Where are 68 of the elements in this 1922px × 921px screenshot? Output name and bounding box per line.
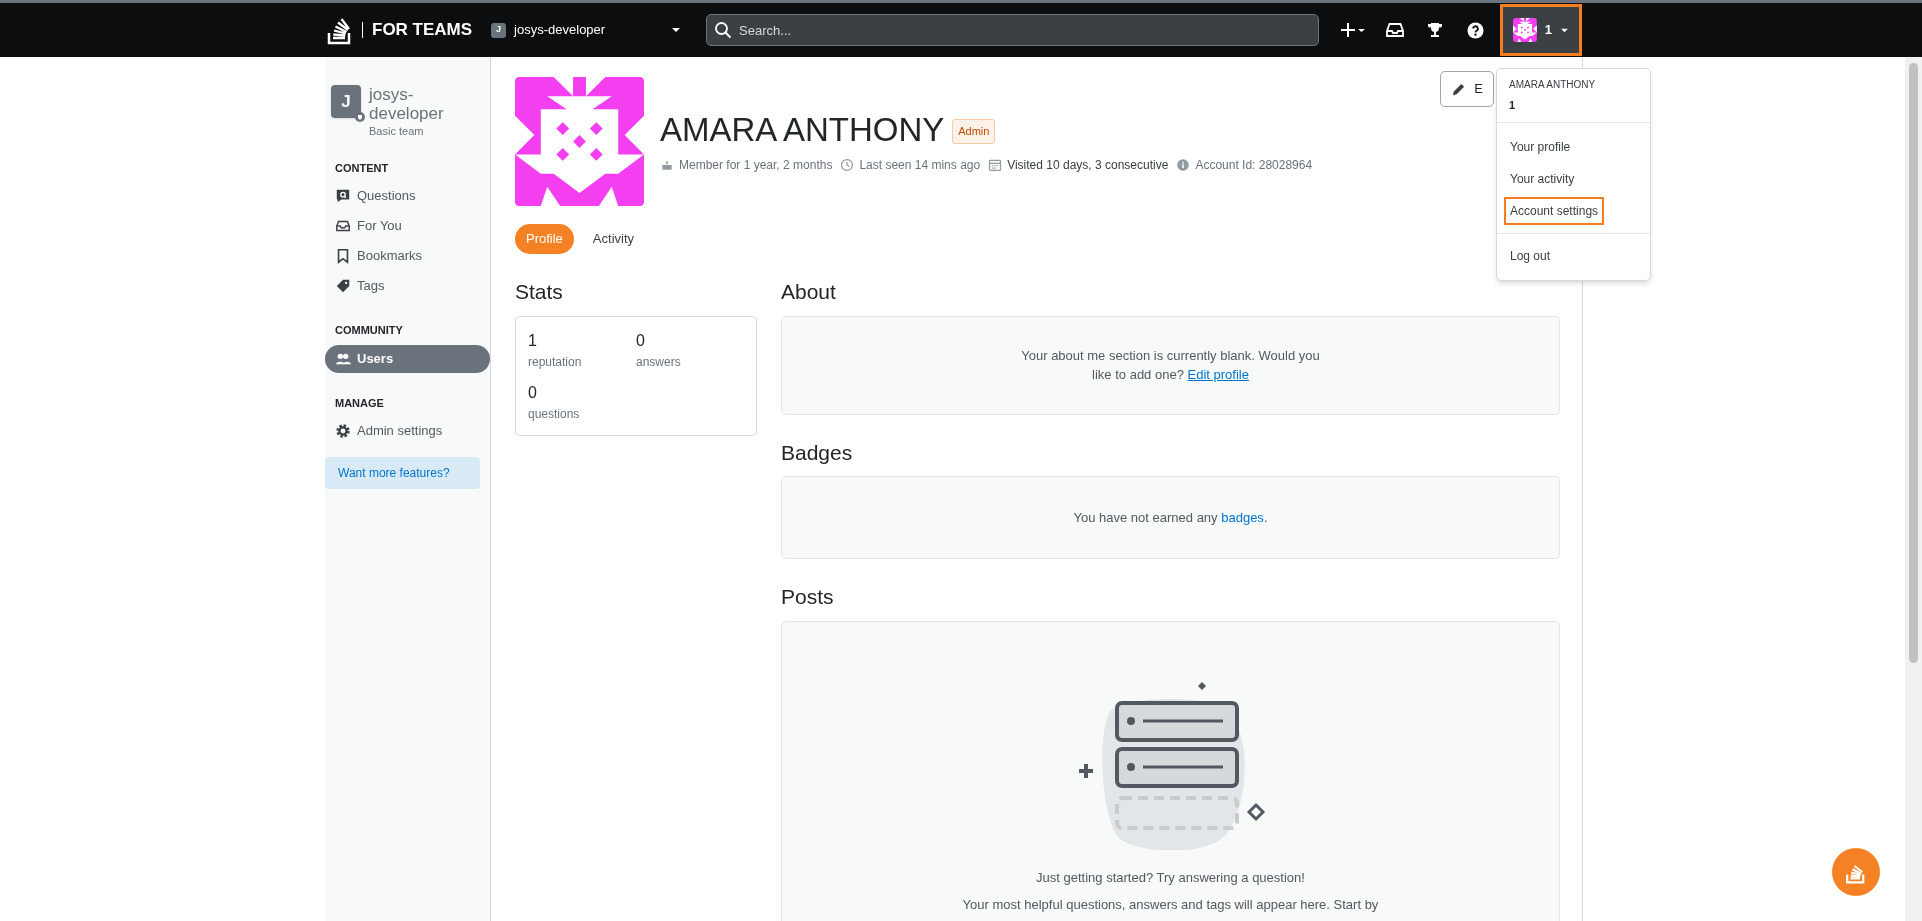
profile-meta: Last seen 14 mins ago [859, 156, 981, 174]
stat-label: questions [528, 405, 581, 423]
menu-item[interactable]: Your activity [1504, 164, 1643, 193]
stat-label: answers [636, 353, 682, 371]
badges-text: You have not earned any badges. [1073, 508, 1268, 527]
profile-tab[interactable]: Activity [581, 224, 646, 254]
menu-reputation: 1 [1508, 98, 1517, 113]
bookmark-icon [335, 248, 351, 264]
user-menu-button[interactable]: 1 [1500, 4, 1582, 56]
promo-banner[interactable]: Want more features? [325, 457, 480, 489]
menu-item[interactable]: Log out [1504, 241, 1643, 270]
section-heading: CONTENT [334, 160, 390, 176]
role-badge: Admin [952, 119, 996, 144]
caret-icon [1560, 27, 1569, 33]
team-switcher[interactable]: J josys-developer [491, 14, 682, 46]
help-chat-button[interactable] [1832, 848, 1880, 896]
profile-meta: Account Id: 28028964 [1195, 156, 1313, 174]
calendar-icon [988, 157, 1003, 172]
about-text: Your about me section is currently blank. Would you like to add one? Edit profile [1020, 346, 1321, 384]
inbox-icon [1385, 21, 1405, 39]
help-icon [1466, 21, 1484, 39]
team-avatar: J [331, 85, 361, 118]
brand-name: FOR TEAMS [372, 19, 473, 42]
team-name: josys-developer [369, 85, 445, 123]
edit-profile-link[interactable]: Edit profile [1187, 367, 1249, 382]
stat-value: 0 [528, 382, 538, 403]
user-avatar [1513, 18, 1537, 42]
nav-item[interactable]: For You [325, 212, 490, 240]
profile-name: AMARA ANTHONY [660, 109, 945, 150]
nav-item[interactable]: Admin settings [325, 417, 490, 445]
section-title: Stats [515, 279, 564, 305]
profile-meta: Visited 10 days, 3 consecutive [1007, 156, 1169, 174]
nav-item[interactable]: Users [325, 344, 490, 373]
menu-item[interactable]: Account settings [1504, 196, 1605, 225]
section-heading: COMMUNITY [334, 323, 404, 338]
badges-link[interactable]: badges [1221, 509, 1264, 525]
section-title: Posts [781, 584, 835, 610]
logo-icon[interactable] [327, 15, 353, 45]
section-title: About [781, 279, 837, 305]
nav-item[interactable]: Bookmarks [325, 242, 490, 270]
info-icon [1176, 157, 1191, 172]
nav-item[interactable]: Tags [325, 272, 490, 300]
nav-item[interactable]: Questions [325, 182, 490, 210]
search-field[interactable]: Search... [706, 14, 1320, 46]
section-title: Badges [781, 439, 854, 466]
section-heading: MANAGE [334, 395, 385, 411]
edit-button[interactable]: E [1440, 71, 1494, 107]
gear-icon [335, 423, 351, 439]
menu-user-name: AMARA ANTHONY [1508, 78, 1597, 92]
empty-posts-hint: Your most helpful questions, answers and tags will appear here. Start by [962, 896, 1379, 914]
plus-icon [1340, 22, 1366, 38]
empty-posts-text: Just getting started? Try answering a question! [1036, 868, 1305, 887]
stat-label: reputation [528, 353, 583, 371]
menu-item[interactable]: Your profile [1504, 132, 1643, 161]
question-icon [335, 188, 351, 204]
profile-meta: Member for 1 year, 2 months [679, 156, 833, 174]
stat-value: 1 [528, 330, 538, 351]
pencil-icon [1451, 81, 1467, 97]
trophy-icon [1426, 21, 1444, 39]
team-avatar: J [491, 22, 507, 38]
search-icon [714, 21, 733, 39]
inbox-icon [335, 218, 351, 234]
tag-icon [335, 278, 351, 294]
caret-icon [671, 27, 682, 33]
shield-icon [355, 112, 365, 122]
clock-icon [840, 157, 855, 172]
team-plan: Basic team [369, 124, 425, 139]
stat-value: 0 [636, 330, 646, 351]
